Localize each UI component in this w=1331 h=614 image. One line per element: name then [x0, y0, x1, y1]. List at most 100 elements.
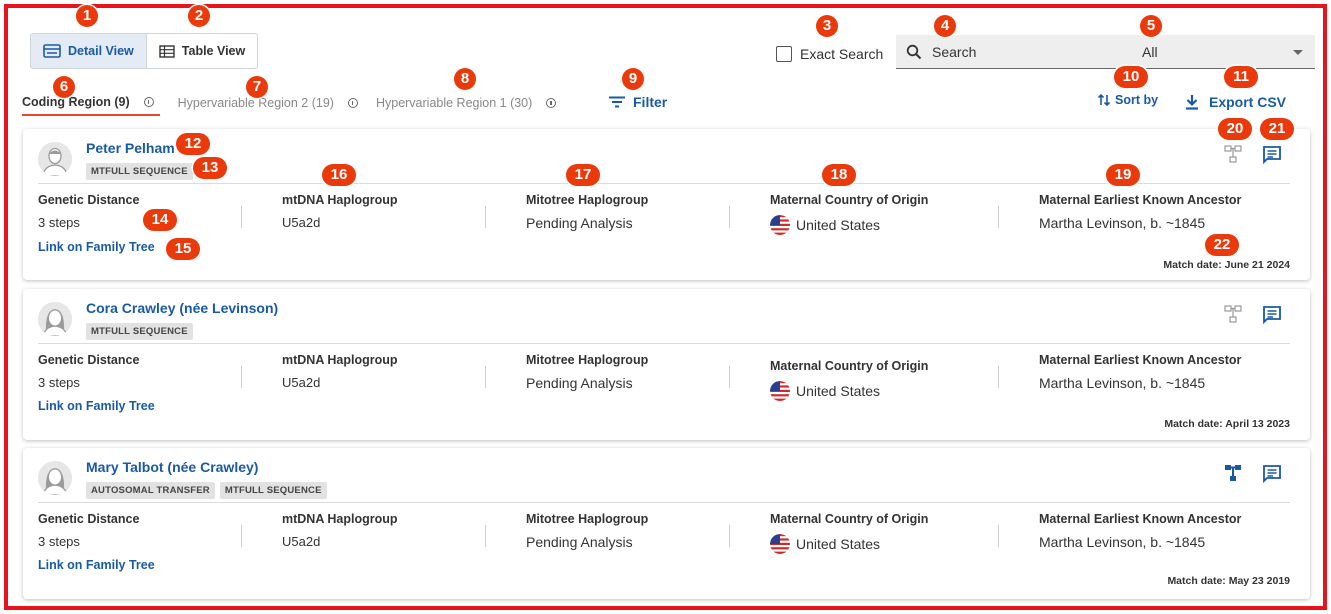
mtdna-haplogroup-column: mtDNA Haplogroup U5a2d	[282, 512, 398, 549]
column-separator	[241, 206, 242, 228]
tab-hypervariable-region-1[interactable]: Hypervariable Region 1 (30)	[376, 89, 557, 116]
callout-badge: 11	[1224, 66, 1258, 88]
callout-badge: 10	[1114, 66, 1148, 88]
genetic-distance-column: Genetic Distance 3 steps	[38, 512, 139, 549]
mitotree-haplogroup-label: Mitotree Haplogroup	[526, 512, 649, 526]
info-icon[interactable]	[347, 97, 358, 108]
message-icon[interactable]	[1262, 305, 1282, 324]
maternal-ancestor-value: Martha Levinson, b. ~1845	[1039, 215, 1206, 231]
tab-coding-region[interactable]: Coding Region (9)	[22, 89, 160, 116]
column-separator	[998, 366, 999, 388]
export-csv-button[interactable]: Export CSV	[1185, 94, 1286, 110]
region-select[interactable]: All	[1126, 35, 1315, 69]
callout-badge: 8	[454, 68, 476, 90]
test-tag: MTFULL SEQUENCE	[86, 163, 193, 180]
maternal-ancestor-value: Martha Levinson, b. ~1845	[1039, 375, 1206, 391]
match-card: Mary Talbot (née Crawley) AUTOSOMAL TRAN…	[23, 448, 1310, 599]
family-tree-icon[interactable]	[1224, 464, 1242, 482]
mitotree-haplogroup-column: Mitotree Haplogroup Pending Analysis	[526, 512, 648, 550]
mtdna-haplogroup-value: U5a2d	[282, 215, 321, 230]
maternal-ancestor-label: Maternal Earliest Known Ancestor	[1039, 353, 1242, 367]
maternal-ancestor-label: Maternal Earliest Known Ancestor	[1039, 512, 1242, 526]
chevron-down-icon	[1293, 50, 1303, 55]
callout-badge: 5	[1140, 15, 1162, 37]
column-separator	[998, 525, 999, 547]
column-separator	[485, 525, 486, 547]
filter-button[interactable]: Filter	[609, 94, 667, 110]
family-tree-link[interactable]: Link on Family Tree	[38, 240, 155, 254]
detail-view-label: Detail View	[68, 44, 134, 58]
family-tree-icon[interactable]	[1224, 145, 1242, 163]
filter-icon	[609, 96, 625, 108]
info-icon[interactable]	[143, 96, 154, 107]
maternal-ancestor-value: Martha Levinson, b. ~1845	[1039, 534, 1206, 550]
download-icon	[1186, 95, 1198, 110]
family-tree-link[interactable]: Link on Family Tree	[38, 558, 155, 572]
country-name: United States	[796, 217, 881, 233]
match-name[interactable]: Cora Crawley (née Levinson)	[86, 300, 278, 316]
tab-hypervariable-region-2[interactable]: Hypervariable Region 2 (19)	[178, 89, 358, 116]
maternal-country-label: Maternal Country of Origin	[770, 512, 929, 526]
column-separator	[241, 366, 242, 388]
mtdna-haplogroup-column: mtDNA Haplogroup U5a2d	[282, 193, 398, 230]
message-icon[interactable]	[1262, 464, 1282, 483]
card-divider	[38, 343, 1290, 344]
region-tabs: Coding Region (9) Hypervariable Region 2…	[22, 89, 574, 121]
mitotree-haplogroup-column: Mitotree Haplogroup Pending Analysis	[526, 193, 648, 231]
message-icon[interactable]	[1262, 145, 1282, 164]
exact-search-toggle[interactable]: Exact Search	[776, 46, 883, 62]
callout-badge: 13	[193, 157, 227, 179]
search-input[interactable]: Search	[896, 35, 1146, 69]
test-tag: MTFULL SEQUENCE	[86, 323, 193, 340]
match-name[interactable]: Mary Talbot (née Crawley)	[86, 459, 258, 475]
mitotree-haplogroup-value: Pending Analysis	[526, 534, 633, 550]
mtdna-haplogroup-column: mtDNA Haplogroup U5a2d	[282, 353, 398, 390]
callout-badge: 17	[566, 164, 600, 186]
mitotree-haplogroup-label: Mitotree Haplogroup	[526, 193, 649, 207]
maternal-country-label: Maternal Country of Origin	[770, 193, 929, 207]
test-tags: AUTOSOMAL TRANSFER MTFULL SEQUENCE	[86, 482, 327, 499]
exact-search-checkbox[interactable]	[776, 46, 792, 62]
callout-badge: 19	[1106, 164, 1140, 186]
male-avatar-icon	[38, 142, 72, 176]
maternal-ancestor-column: Maternal Earliest Known Ancestor Martha …	[1039, 353, 1241, 391]
sort-by-button[interactable]: Sort by	[1097, 93, 1158, 107]
match-name[interactable]: Peter Pelham	[86, 140, 175, 156]
filter-label: Filter	[633, 94, 668, 110]
maternal-country-value: United States	[770, 534, 928, 554]
region-select-value: All	[1142, 43, 1158, 60]
genetic-distance-label: Genetic Distance	[38, 353, 140, 367]
genetic-distance-column: Genetic Distance 3 steps	[38, 193, 139, 230]
table-view-button[interactable]: Table View	[146, 34, 258, 68]
mitotree-haplogroup-value: Pending Analysis	[526, 375, 633, 391]
maternal-ancestor-column: Maternal Earliest Known Ancestor Martha …	[1039, 193, 1241, 231]
family-tree-icon[interactable]	[1224, 305, 1242, 323]
callout-badge: 1	[76, 5, 98, 27]
maternal-country-value: United States	[770, 215, 928, 235]
info-icon[interactable]	[546, 97, 557, 108]
maternal-ancestor-label: Maternal Earliest Known Ancestor	[1039, 193, 1242, 207]
detail-view-button[interactable]: Detail View	[31, 34, 147, 68]
country-name: United States	[796, 383, 881, 399]
callout-badge: 9	[622, 68, 644, 90]
mtdna-haplogroup-value: U5a2d	[282, 375, 321, 390]
mitotree-haplogroup-value: Pending Analysis	[526, 215, 633, 231]
column-separator	[485, 366, 486, 388]
us-flag-icon	[770, 534, 790, 554]
callout-badge: 4	[934, 15, 956, 37]
column-separator	[729, 366, 730, 388]
genetic-distance-label: Genetic Distance	[38, 193, 140, 207]
callout-badge: 7	[246, 76, 268, 98]
callout-badge: 3	[816, 15, 838, 37]
test-tags: MTFULL SEQUENCE	[86, 163, 193, 180]
us-flag-icon	[770, 215, 790, 235]
maternal-country-column: Maternal Country of Origin United States	[770, 512, 928, 554]
genetic-distance-value: 3 steps	[38, 534, 80, 549]
callout-badge: 21	[1260, 118, 1294, 140]
maternal-country-column: Maternal Country of Origin United States	[770, 359, 928, 401]
family-tree-link[interactable]: Link on Family Tree	[38, 399, 155, 413]
search-icon	[906, 44, 922, 59]
mtdna-haplogroup-label: mtDNA Haplogroup	[282, 353, 398, 367]
callout-badge: 12	[176, 133, 210, 155]
us-flag-icon	[770, 381, 790, 401]
